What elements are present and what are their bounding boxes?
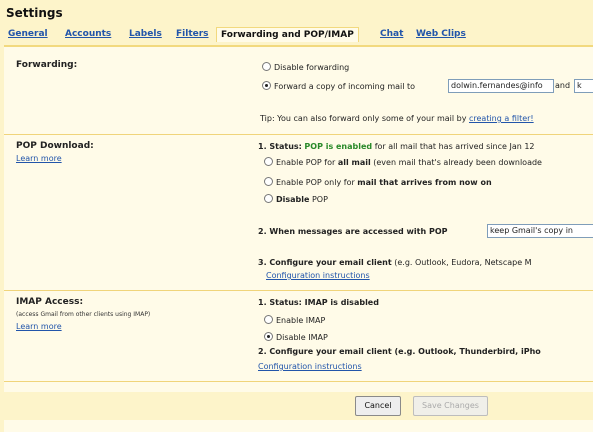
pop-configure: 3. Configure your email client (e.g. Out… <box>258 258 532 267</box>
pop-from-now-radio[interactable] <box>264 177 273 186</box>
forwarding-tip: Tip: You can also forward only some of y… <box>260 114 534 123</box>
pop-all-mail-radio[interactable] <box>264 157 273 166</box>
page-title: Settings <box>6 6 63 20</box>
imap-configure: 2. Configure your email client (e.g. Out… <box>258 347 541 356</box>
create-filter-link[interactable]: creating a filter! <box>469 114 534 123</box>
tab-accounts[interactable]: Accounts <box>65 29 111 39</box>
tab-labels[interactable]: Labels <box>129 29 162 39</box>
settings-window: Settings General Accounts Labels Filters… <box>0 0 593 432</box>
pop-status-suffix: for all mail that has arrived since Jan … <box>374 142 535 151</box>
pop-when-accessed-label: 2. When messages are accessed with POP <box>258 227 448 236</box>
pop-all-mail-option[interactable]: Enable POP for all mail (even mail that'… <box>264 157 542 167</box>
pop-config-instructions-link[interactable]: Configuration instructions <box>266 271 370 280</box>
imap-enable-label: Enable IMAP <box>276 316 326 325</box>
forwarding-disable-option[interactable]: Disable forwarding <box>262 62 349 72</box>
tab-web-clips[interactable]: Web Clips <box>416 29 466 39</box>
pop-status-value: POP is enabled <box>304 142 373 151</box>
forward-address-input[interactable]: dolwin.fernandes@info <box>448 79 554 93</box>
imap-heading: IMAP Access: <box>16 297 84 307</box>
cancel-button[interactable]: Cancel <box>355 396 401 416</box>
tab-chat[interactable]: Chat <box>380 29 403 39</box>
pop-all-mail-bold: all mail <box>337 158 371 167</box>
tab-filters[interactable]: Filters <box>176 29 209 39</box>
tab-general[interactable]: General <box>8 29 48 39</box>
forwarding-forward-label: Forward a copy of incoming mail to <box>274 82 416 91</box>
tab-forwarding-pop-imap[interactable]: Forwarding and POP/IMAP <box>216 27 359 42</box>
imap-status: 1. Status: IMAP is disabled <box>258 298 379 307</box>
pop-configure-bold: 3. Configure your email client <box>258 258 392 267</box>
pop-status: 1. Status: POP is enabled for all mail t… <box>258 142 535 151</box>
forwarding-forward-radio[interactable] <box>262 81 271 90</box>
pop-disable-option[interactable]: Disable POP <box>264 194 328 204</box>
pop-from-now-option[interactable]: Enable POP only for mail that arrives fr… <box>264 177 492 187</box>
pop-from-now-bold: mail that arrives from now on <box>357 178 492 187</box>
pop-action-select[interactable]: keep Gmail's copy in <box>487 224 593 238</box>
pop-configure-suffix: (e.g. Outlook, Eudora, Netscape M <box>394 258 532 267</box>
imap-learn-more-link[interactable]: Learn more <box>16 322 62 331</box>
settings-tabs: General Accounts Labels Filters Forwardi… <box>8 27 593 43</box>
imap-disable-option[interactable]: Disable IMAP <box>264 332 328 342</box>
pop-disable-bold: Disable <box>276 195 310 204</box>
imap-disable-label: Disable IMAP <box>276 333 328 342</box>
settings-panel <box>4 45 593 432</box>
pop-disable-suffix: POP <box>311 195 328 204</box>
imap-config-instructions-link[interactable]: Configuration instructions <box>258 362 362 371</box>
pop-disable-radio[interactable] <box>264 194 273 203</box>
section-divider <box>4 381 593 382</box>
imap-disable-radio[interactable] <box>264 332 273 341</box>
pop-learn-more-link[interactable]: Learn more <box>16 154 62 163</box>
forwarding-disable-radio[interactable] <box>262 62 271 71</box>
save-changes-button[interactable]: Save Changes <box>413 396 488 416</box>
forwarding-tip-text: Tip: You can also forward only some of y… <box>260 114 467 123</box>
pop-heading: POP Download: <box>16 141 94 151</box>
imap-enable-option[interactable]: Enable IMAP <box>264 315 325 325</box>
pop-all-mail-suffix: (even mail that's already been downloade <box>373 158 542 167</box>
pop-status-prefix: 1. Status: <box>258 142 302 151</box>
pop-all-mail-prefix: Enable POP for <box>276 158 336 167</box>
section-divider <box>4 134 593 135</box>
imap-enable-radio[interactable] <box>264 315 273 324</box>
forwarding-heading: Forwarding: <box>16 60 78 70</box>
forwarding-forward-option[interactable]: Forward a copy of incoming mail to <box>262 81 415 91</box>
forward-action-select[interactable]: k <box>574 79 593 93</box>
footer-bar <box>4 392 593 420</box>
pop-from-now-prefix: Enable POP only for <box>276 178 355 187</box>
forwarding-disable-label: Disable forwarding <box>274 63 350 72</box>
forward-and-label: and <box>555 81 571 90</box>
imap-subtext: (access Gmail from other clients using I… <box>16 311 151 318</box>
section-divider <box>4 290 593 291</box>
